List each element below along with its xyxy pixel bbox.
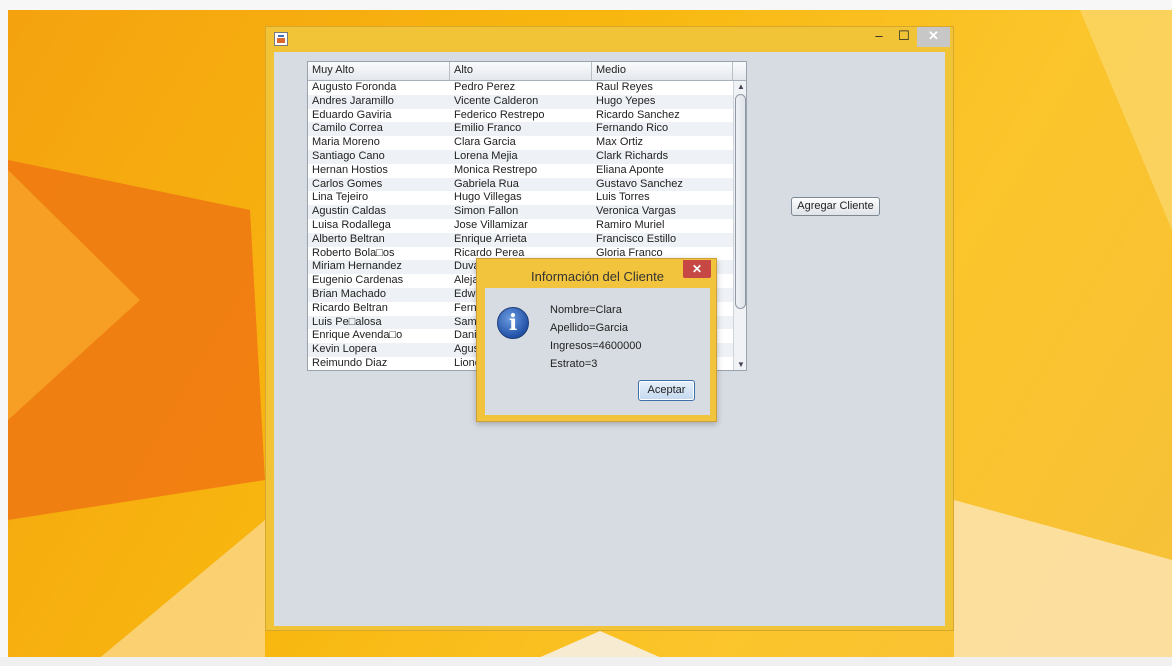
dialog-close-button[interactable]: ✕ [683, 260, 711, 278]
table-cell: Jose Villamizar [454, 218, 528, 231]
message-line-ingresos: Ingresos=4600000 [550, 340, 642, 352]
close-button[interactable]: ✕ [917, 27, 950, 47]
table-row[interactable]: Camilo Correa Emilio Franco Fernando Rico [308, 122, 733, 137]
table-cell: Maria Moreno [312, 136, 380, 149]
minimize-button[interactable]: – [866, 27, 892, 47]
scroll-up-arrow-icon[interactable]: ▲ [734, 81, 746, 93]
header-corner [733, 62, 746, 80]
table-row[interactable]: Luisa Rodallega Jose Villamizar Ramiro Mur… [308, 219, 733, 233]
table-cell: Agustin Caldas [312, 205, 386, 218]
table-row[interactable]: Eduardo Gaviria Federico Restrepo Ricardo … [308, 109, 733, 123]
table-cell: Hugo Yepes [596, 94, 656, 107]
table-cell: Enrique Arrieta [454, 232, 527, 245]
table-cell: Miriam Hernandez [312, 260, 402, 273]
title-bar[interactable]: – ☐ ✕ [266, 27, 953, 52]
message-line-nombre: Nombre=Clara [550, 304, 622, 316]
table-cell: Luisa Rodallega [312, 218, 391, 231]
table-cell: Ricardo Sanchez [596, 108, 680, 121]
table-cell: Carlos Gomes [312, 177, 383, 190]
dialog-title: Información del Cliente [531, 269, 664, 284]
table-row[interactable]: Andres Jaramillo Vicente Calderon Hugo Yep… [308, 94, 733, 109]
table-row[interactable]: Alberto Beltran Enrique Arrieta Francisco … [308, 232, 733, 247]
table-cell: Lorena Mejia [454, 149, 518, 162]
table-row[interactable]: Carlos Gomes Gabriela Rua Gustavo Sanchez [308, 177, 733, 192]
table-cell: Eliana Aponte [596, 163, 664, 176]
table-cell: Alberto Beltran [312, 232, 385, 245]
table-row[interactable]: Santiago Cano Lorena Mejia Clark Richards [308, 149, 733, 164]
table-cell: Eduardo Gaviria [312, 108, 392, 121]
table-cell: Hernan Hostios [312, 163, 388, 176]
table-cell: Augusto Foronda [312, 81, 397, 93]
maximize-button[interactable]: ☐ [891, 27, 917, 47]
dialog-body: i Nombre=Clara Apellido=Garcia Ingresos=… [485, 288, 710, 415]
table-cell: Luis Pe□alosa [312, 315, 382, 328]
table-cell: Pedro Perez [454, 81, 516, 93]
table-cell: Kevin Lopera [312, 343, 377, 356]
table-cell: Andres Jaramillo [312, 94, 394, 107]
table-row[interactable]: Lina Tejeiro Hugo Villegas Luis Torres [308, 191, 733, 205]
table-cell: Gabriela Rua [454, 177, 519, 190]
message-line-apellido: Apellido=Garcia [550, 322, 628, 334]
table-cell: Gustavo Sanchez [596, 177, 683, 190]
table-cell: Raul Reyes [596, 81, 653, 93]
column-header-muy-alto[interactable]: Muy Alto [308, 62, 450, 80]
table-cell: Simon Fallon [454, 205, 519, 218]
table-cell: Fernando Rico [596, 122, 669, 135]
client-info-dialog: Información del Cliente ✕ i Nombre=Clara… [476, 258, 717, 422]
table-cell: Enrique Avenda□o [312, 329, 403, 342]
column-header-alto[interactable]: Alto [450, 62, 592, 80]
agregar-cliente-button[interactable]: Agregar Cliente [791, 197, 880, 216]
table-cell: Reimundo Diaz [312, 356, 388, 369]
message-line-estrato: Estrato=3 [550, 358, 598, 370]
vertical-scrollbar[interactable]: ▲ ▼ [733, 81, 746, 370]
table-header: Muy Alto Alto Medio [308, 62, 746, 81]
table-cell: Ricardo Beltran [312, 301, 388, 314]
scroll-down-arrow-icon[interactable]: ▼ [734, 359, 746, 370]
aceptar-button[interactable]: Aceptar [638, 380, 695, 401]
table-cell: Lina Tejeiro [312, 191, 369, 204]
table-cell: Francisco Estillo [596, 232, 677, 245]
table-row[interactable]: Augusto Foronda Pedro Perez Raul Reyes [308, 81, 733, 95]
table-cell: Veronica Vargas [596, 205, 676, 218]
table-cell: Federico Restrepo [454, 108, 545, 121]
scroll-thumb[interactable] [735, 94, 746, 309]
table-cell: Ramiro Muriel [596, 218, 665, 231]
table-cell: Vicente Calderon [454, 94, 539, 107]
table-cell: Emilio Franco [454, 122, 522, 135]
table-cell: Monica Restrepo [454, 163, 538, 176]
column-header-medio[interactable]: Medio [592, 62, 733, 80]
table-cell: Brian Machado [312, 287, 386, 300]
table-cell: Santiago Cano [312, 149, 385, 162]
table-cell: Roberto Bola□os [312, 246, 395, 259]
java-app-icon[interactable] [274, 32, 288, 46]
table-cell: Luis Torres [596, 191, 650, 204]
table-cell: Eugenio Cardenas [312, 274, 404, 287]
table-cell: Hugo Villegas [454, 191, 522, 204]
table-cell: Camilo Correa [312, 122, 383, 135]
table-cell: Clark Richards [596, 149, 669, 162]
table-row[interactable]: Agustin Caldas Simon Fallon Veronica Varga… [308, 205, 733, 219]
table-cell: Max Ortiz [596, 136, 644, 149]
table-row[interactable]: Maria Moreno Clara Garcia Max Ortiz [308, 136, 733, 150]
table-row[interactable]: Hernan Hostios Monica Restrepo Eliana Apon… [308, 164, 733, 178]
information-icon: i [497, 307, 529, 339]
table-cell: Clara Garcia [454, 136, 516, 149]
